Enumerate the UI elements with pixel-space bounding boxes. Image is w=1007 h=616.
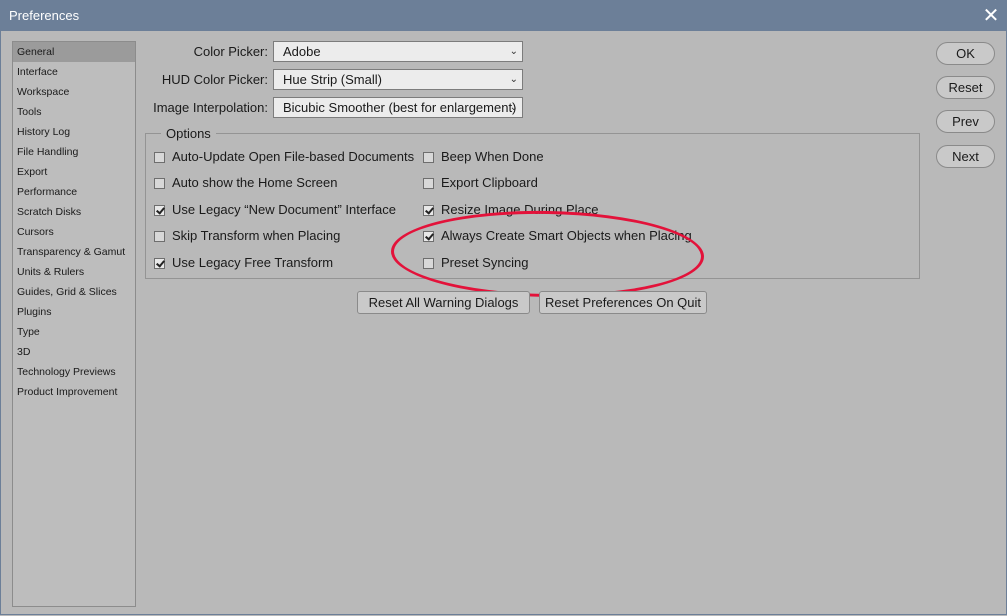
option-label: Use Legacy Free Transform bbox=[172, 255, 334, 270]
sidebar-item-file-handling[interactable]: File Handling bbox=[13, 142, 135, 162]
options-group-title: Options bbox=[161, 126, 216, 141]
image-interpolation-select[interactable]: Bicubic Smoother (best for enlargement) … bbox=[273, 97, 523, 118]
preferences-dialog: General Interface Workspace Tools Histor… bbox=[0, 31, 1007, 615]
checkbox-checked[interactable] bbox=[423, 205, 434, 216]
reset-button[interactable]: Reset bbox=[936, 76, 995, 99]
option-beep-when-done[interactable]: Beep When Done bbox=[423, 149, 544, 165]
option-auto-show-home-screen[interactable]: Auto show the Home Screen bbox=[154, 175, 337, 191]
hud-color-picker-label: HUD Color Picker: bbox=[161, 72, 268, 87]
window-title: Preferences bbox=[9, 8, 80, 23]
sidebar-item-export[interactable]: Export bbox=[13, 162, 135, 182]
checkbox[interactable] bbox=[154, 152, 165, 163]
next-button[interactable]: Next bbox=[936, 145, 995, 168]
option-label: Auto-Update Open File-based Documents bbox=[172, 149, 415, 164]
option-auto-update-documents[interactable]: Auto-Update Open File-based Documents bbox=[154, 149, 414, 165]
image-interpolation-value: Bicubic Smoother (best for enlargement) bbox=[283, 100, 517, 115]
title-bar: Preferences ✕ bbox=[0, 0, 1007, 31]
hud-color-picker-select[interactable]: Hue Strip (Small) ⌄ bbox=[273, 69, 523, 90]
sidebar-item-cursors[interactable]: Cursors bbox=[13, 222, 135, 242]
chevron-down-icon: ⌄ bbox=[509, 46, 518, 57]
option-label: Resize Image During Place bbox=[441, 202, 599, 217]
color-picker-label: Color Picker: bbox=[193, 44, 268, 59]
reset-preferences-on-quit-button[interactable]: Reset Preferences On Quit bbox=[539, 291, 707, 314]
hud-color-picker-value: Hue Strip (Small) bbox=[283, 72, 382, 87]
sidebar-item-3d[interactable]: 3D bbox=[13, 342, 135, 362]
sidebar-item-guides-grid-slices[interactable]: Guides, Grid & Slices bbox=[13, 282, 135, 302]
checkbox[interactable] bbox=[423, 152, 434, 163]
checkbox[interactable] bbox=[154, 231, 165, 242]
option-legacy-free-transform[interactable]: Use Legacy Free Transform bbox=[154, 255, 333, 271]
prev-button[interactable]: Prev bbox=[936, 110, 995, 133]
sidebar-item-tools[interactable]: Tools bbox=[13, 102, 135, 122]
option-export-clipboard[interactable]: Export Clipboard bbox=[423, 175, 538, 191]
option-label: Beep When Done bbox=[441, 149, 544, 164]
sidebar-item-scratch-disks[interactable]: Scratch Disks bbox=[13, 202, 135, 222]
image-interpolation-label: Image Interpolation: bbox=[153, 100, 268, 115]
option-label: Preset Syncing bbox=[441, 255, 529, 270]
sidebar-item-type[interactable]: Type bbox=[13, 322, 135, 342]
sidebar-item-history-log[interactable]: History Log bbox=[13, 122, 135, 142]
ok-button[interactable]: OK bbox=[936, 42, 995, 65]
option-resize-image-during-place[interactable]: Resize Image During Place bbox=[423, 202, 599, 218]
sidebar-item-workspace[interactable]: Workspace bbox=[13, 82, 135, 102]
option-preset-syncing[interactable]: Preset Syncing bbox=[423, 255, 528, 271]
option-always-create-smart-objects[interactable]: Always Create Smart Objects when Placing bbox=[423, 228, 692, 244]
option-label: Use Legacy “New Document” Interface bbox=[172, 202, 396, 217]
chevron-down-icon: ⌄ bbox=[509, 102, 518, 113]
sidebar-item-plugins[interactable]: Plugins bbox=[13, 302, 135, 322]
option-label: Auto show the Home Screen bbox=[172, 175, 338, 190]
option-label: Export Clipboard bbox=[441, 175, 538, 190]
sidebar-item-technology-previews[interactable]: Technology Previews bbox=[13, 362, 135, 382]
checkbox[interactable] bbox=[154, 178, 165, 189]
category-list: General Interface Workspace Tools Histor… bbox=[12, 41, 136, 607]
sidebar-item-interface[interactable]: Interface bbox=[13, 62, 135, 82]
reset-warning-dialogs-button[interactable]: Reset All Warning Dialogs bbox=[357, 291, 530, 314]
checkbox[interactable] bbox=[423, 258, 434, 269]
close-icon[interactable]: ✕ bbox=[975, 0, 1007, 31]
checkbox-checked[interactable] bbox=[154, 205, 165, 216]
option-skip-transform-placing[interactable]: Skip Transform when Placing bbox=[154, 228, 340, 244]
option-legacy-new-document[interactable]: Use Legacy “New Document” Interface bbox=[154, 202, 396, 218]
option-label: Skip Transform when Placing bbox=[172, 228, 341, 243]
color-picker-select[interactable]: Adobe ⌄ bbox=[273, 41, 523, 62]
color-picker-value: Adobe bbox=[283, 44, 321, 59]
checkbox[interactable] bbox=[423, 178, 434, 189]
chevron-down-icon: ⌄ bbox=[509, 74, 518, 85]
checkbox-checked[interactable] bbox=[423, 231, 434, 242]
sidebar-item-performance[interactable]: Performance bbox=[13, 182, 135, 202]
option-label: Always Create Smart Objects when Placing bbox=[441, 228, 692, 243]
sidebar-item-product-improvement[interactable]: Product Improvement bbox=[13, 382, 135, 402]
checkbox-checked[interactable] bbox=[154, 258, 165, 269]
sidebar-item-units-rulers[interactable]: Units & Rulers bbox=[13, 262, 135, 282]
sidebar-item-transparency-gamut[interactable]: Transparency & Gamut bbox=[13, 242, 135, 262]
sidebar-item-general[interactable]: General bbox=[13, 42, 135, 62]
